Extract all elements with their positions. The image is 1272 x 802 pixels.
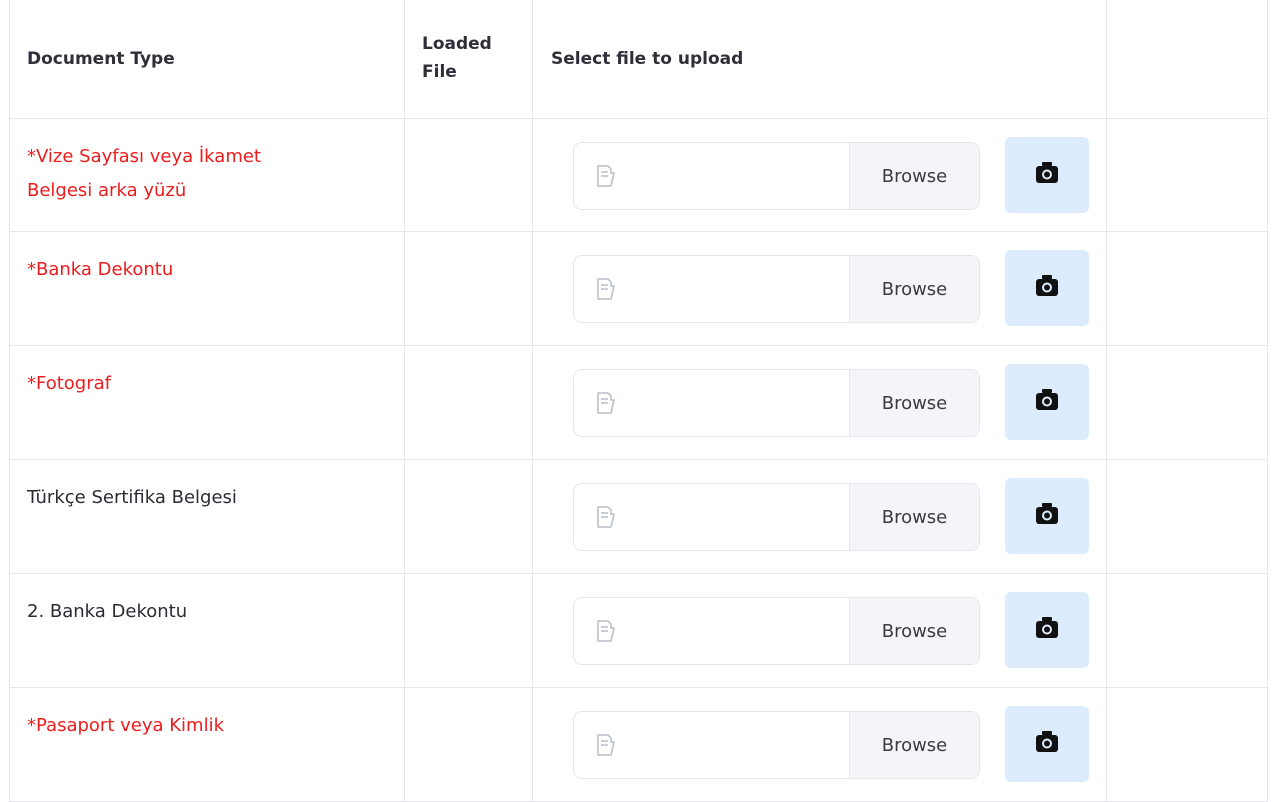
table-row: 2. Banka Dekontu Browse	[9, 573, 1268, 688]
cell-actions	[1106, 345, 1268, 460]
file-uploader: Browse	[533, 460, 1106, 573]
cell-select-file: Browse	[532, 231, 1107, 346]
table-row: *Fotograf Browse	[9, 345, 1268, 460]
cell-loaded-file	[404, 231, 533, 346]
cell-select-file: Browse	[532, 573, 1107, 688]
file-input-group: Browse	[573, 255, 980, 323]
document-type-line1: 2. Banka Dekontu	[27, 601, 188, 622]
camera-icon	[1034, 502, 1060, 530]
header-loaded-file: Loaded File	[404, 0, 533, 119]
file-icon	[574, 598, 638, 664]
file-uploader: Browse	[533, 688, 1106, 801]
document-type-line1: *Pasaport veya Kimlik	[27, 715, 224, 736]
file-icon	[574, 712, 638, 778]
browse-button[interactable]: Browse	[849, 256, 979, 322]
file-input-group: Browse	[573, 142, 980, 210]
header-loaded-line1: Loaded	[422, 34, 492, 54]
header-document-type: Document Type	[9, 0, 405, 119]
file-uploader: Browse	[533, 119, 1106, 231]
file-icon	[574, 256, 638, 322]
document-upload-page: Document Type Loaded File Select file to …	[0, 0, 1272, 802]
file-path-input[interactable]	[638, 712, 849, 778]
camera-button[interactable]	[1005, 592, 1089, 668]
cell-actions	[1106, 459, 1268, 574]
file-input-group: Browse	[573, 483, 980, 551]
cell-select-file: Browse	[532, 459, 1107, 574]
cell-select-file: Browse	[532, 687, 1107, 802]
document-type-label: *Pasaport veya Kimlik	[10, 688, 404, 743]
document-type-label: *Fotograf	[10, 346, 404, 401]
document-type-label: *Vize Sayfası veya İkamet Belgesi arka yü…	[10, 119, 404, 208]
cell-loaded-file	[404, 345, 533, 460]
document-type-label: *Banka Dekontu	[10, 232, 404, 287]
document-type-label: 2. Banka Dekontu	[10, 574, 404, 629]
table-row: *Vize Sayfası veya İkamet Belgesi arka yü…	[9, 118, 1268, 232]
file-path-input[interactable]	[638, 143, 849, 209]
file-input-group: Browse	[573, 711, 980, 779]
camera-icon	[1034, 161, 1060, 189]
table-row: *Pasaport veya Kimlik Browse	[9, 687, 1268, 802]
document-type-line1: Türkçe Sertifika Belgesi	[27, 487, 237, 508]
camera-icon	[1034, 274, 1060, 302]
cell-document-type: *Fotograf	[9, 345, 405, 460]
table-header-row: Document Type Loaded File Select file to …	[9, 0, 1268, 119]
file-input-group: Browse	[573, 369, 980, 437]
cell-document-type: *Pasaport veya Kimlik	[9, 687, 405, 802]
document-type-label: Türkçe Sertifika Belgesi	[10, 460, 404, 515]
file-icon	[574, 484, 638, 550]
file-icon	[574, 370, 638, 436]
cell-actions	[1106, 231, 1268, 346]
browse-button[interactable]: Browse	[849, 712, 979, 778]
document-type-line1: *Vize Sayfası veya İkamet	[27, 146, 261, 167]
camera-icon	[1034, 616, 1060, 644]
cell-actions	[1106, 573, 1268, 688]
browse-button[interactable]: Browse	[849, 598, 979, 664]
file-icon	[574, 143, 638, 209]
file-path-input[interactable]	[638, 598, 849, 664]
cell-document-type: Türkçe Sertifika Belgesi	[9, 459, 405, 574]
file-uploader: Browse	[533, 232, 1106, 345]
camera-button[interactable]	[1005, 250, 1089, 326]
camera-button[interactable]	[1005, 364, 1089, 440]
cell-document-type: *Banka Dekontu	[9, 231, 405, 346]
camera-button[interactable]	[1005, 478, 1089, 554]
cell-document-type: *Vize Sayfası veya İkamet Belgesi arka yü…	[9, 118, 405, 232]
file-path-input[interactable]	[638, 370, 849, 436]
camera-icon	[1034, 388, 1060, 416]
cell-loaded-file	[404, 573, 533, 688]
table-row: *Banka Dekontu Browse	[9, 231, 1268, 346]
cell-document-type: 2. Banka Dekontu	[9, 573, 405, 688]
document-type-line1: *Fotograf	[27, 373, 111, 394]
browse-button[interactable]: Browse	[849, 484, 979, 550]
camera-button[interactable]	[1005, 137, 1089, 213]
camera-icon	[1034, 730, 1060, 758]
document-upload-table: Document Type Loaded File Select file to …	[9, 0, 1268, 802]
file-input-group: Browse	[573, 597, 980, 665]
document-type-line1: *Banka Dekontu	[27, 259, 174, 280]
header-loaded-line2: File	[422, 62, 457, 82]
cell-loaded-file	[404, 459, 533, 574]
cell-select-file: Browse	[532, 118, 1107, 232]
file-path-input[interactable]	[638, 256, 849, 322]
browse-button[interactable]: Browse	[849, 370, 979, 436]
cell-loaded-file	[404, 118, 533, 232]
cell-actions	[1106, 118, 1268, 232]
document-type-line2: Belgesi arka yüzü	[27, 180, 187, 201]
file-path-input[interactable]	[638, 484, 849, 550]
header-select-file: Select file to upload	[532, 0, 1107, 119]
file-uploader: Browse	[533, 346, 1106, 459]
camera-button[interactable]	[1005, 706, 1089, 782]
cell-actions	[1106, 687, 1268, 802]
cell-loaded-file	[404, 687, 533, 802]
file-uploader: Browse	[533, 574, 1106, 687]
cell-select-file: Browse	[532, 345, 1107, 460]
header-actions	[1106, 0, 1268, 119]
browse-button[interactable]: Browse	[849, 143, 979, 209]
table-row: Türkçe Sertifika Belgesi Browse	[9, 459, 1268, 574]
